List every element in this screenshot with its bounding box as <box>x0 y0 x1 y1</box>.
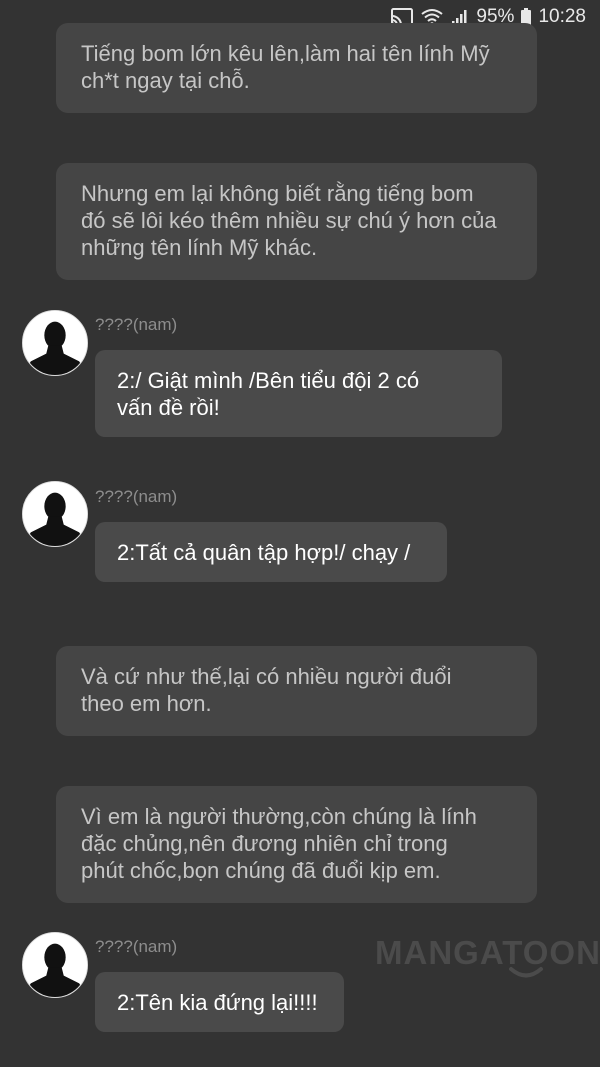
narration-line: ch*t ngay tại chỗ. <box>81 68 250 93</box>
dialogue-bubble: 2:Tên kia đứng lại!!!! <box>95 972 344 1032</box>
clock-time: 10:28 <box>538 6 586 27</box>
dialogue-line: vấn đề rồi! <box>117 395 220 420</box>
dialogue-line: 2:Tên kia đứng lại!!!! <box>117 990 318 1015</box>
narration-line: Nhưng em lại không biết rằng tiếng bom <box>81 181 474 206</box>
speaker-avatar[interactable] <box>22 310 88 376</box>
narration-bubble: Nhưng em lại không biết rằng tiếng bom đ… <box>56 163 537 280</box>
speaker-name: ????(nam) <box>95 937 178 956</box>
dialogue-line: 2:Tất cả quân tập hợp!/ chạy / <box>117 540 411 565</box>
narration-bubble: Và cứ như thế,lại có nhiều người đuổi th… <box>56 646 537 736</box>
speaker-name: ????(nam) <box>95 487 178 506</box>
mangatoon-watermark: MANGATOON <box>375 934 600 971</box>
narration-line: theo em hơn. <box>81 691 212 716</box>
speaker-avatar[interactable] <box>22 481 88 547</box>
narration-line: đó sẽ lôi kéo thêm nhiều sự chú ý hơn củ… <box>81 208 497 233</box>
speaker-name: ????(nam) <box>95 315 178 334</box>
watermark-smile-icon <box>509 967 543 978</box>
narration-line: Tiếng bom lớn kêu lên,làm hai tên lính M… <box>81 41 490 66</box>
narration-line: Và cứ như thế,lại có nhiều người đuổi <box>81 664 452 689</box>
silhouette-icon <box>23 482 87 546</box>
narration-line: những tên lính Mỹ khác. <box>81 235 318 260</box>
silhouette-icon <box>23 933 87 997</box>
silhouette-icon <box>23 311 87 375</box>
narration-bubble: Tiếng bom lớn kêu lên,làm hai tên lính M… <box>56 23 537 113</box>
dialogue-bubble: 2:/ Giật mình /Bên tiểu đội 2 có vấn đề … <box>95 350 502 437</box>
narration-bubble: Vì em là người thường,còn chúng là lính … <box>56 786 537 903</box>
dialogue-bubble: 2:Tất cả quân tập hợp!/ chạy / <box>95 522 447 582</box>
speaker-avatar[interactable] <box>22 932 88 998</box>
narration-line: phút chốc,bọn chúng đã đuổi kịp em. <box>81 858 441 883</box>
dialogue-line: 2:/ Giật mình /Bên tiểu đội 2 có <box>117 368 420 393</box>
narration-line: Vì em là người thường,còn chúng là lính <box>81 804 477 829</box>
narration-line: đặc chủng,nên đương nhiên chỉ trong <box>81 831 448 856</box>
